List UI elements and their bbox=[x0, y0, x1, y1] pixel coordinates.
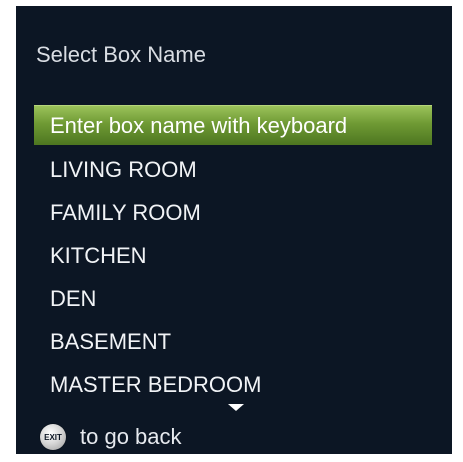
list-item-den[interactable]: DEN bbox=[34, 277, 432, 320]
list-item-enter-box-name-keyboard[interactable]: Enter box name with keyboard bbox=[34, 105, 432, 145]
scroll-down-arrow-icon bbox=[228, 404, 244, 411]
dialog-title: Select Box Name bbox=[36, 42, 206, 67]
back-hint-text: to go back bbox=[80, 424, 182, 449]
list-item-living-room[interactable]: LIVING ROOM bbox=[34, 148, 432, 191]
list-item-family-room[interactable]: FAMILY ROOM bbox=[34, 191, 432, 234]
box-name-list: Enter box name with keyboard LIVING ROOM… bbox=[34, 105, 432, 406]
footer-hint: EXIT to go back bbox=[40, 424, 182, 450]
list-item-kitchen[interactable]: KITCHEN bbox=[34, 234, 432, 277]
exit-button-icon[interactable]: EXIT bbox=[40, 424, 66, 450]
select-box-name-dialog: Select Box Name Enter box name with keyb… bbox=[16, 6, 452, 454]
list-item-basement[interactable]: BASEMENT bbox=[34, 320, 432, 363]
list-item-master-bedroom[interactable]: MASTER BEDROOM bbox=[34, 363, 432, 406]
